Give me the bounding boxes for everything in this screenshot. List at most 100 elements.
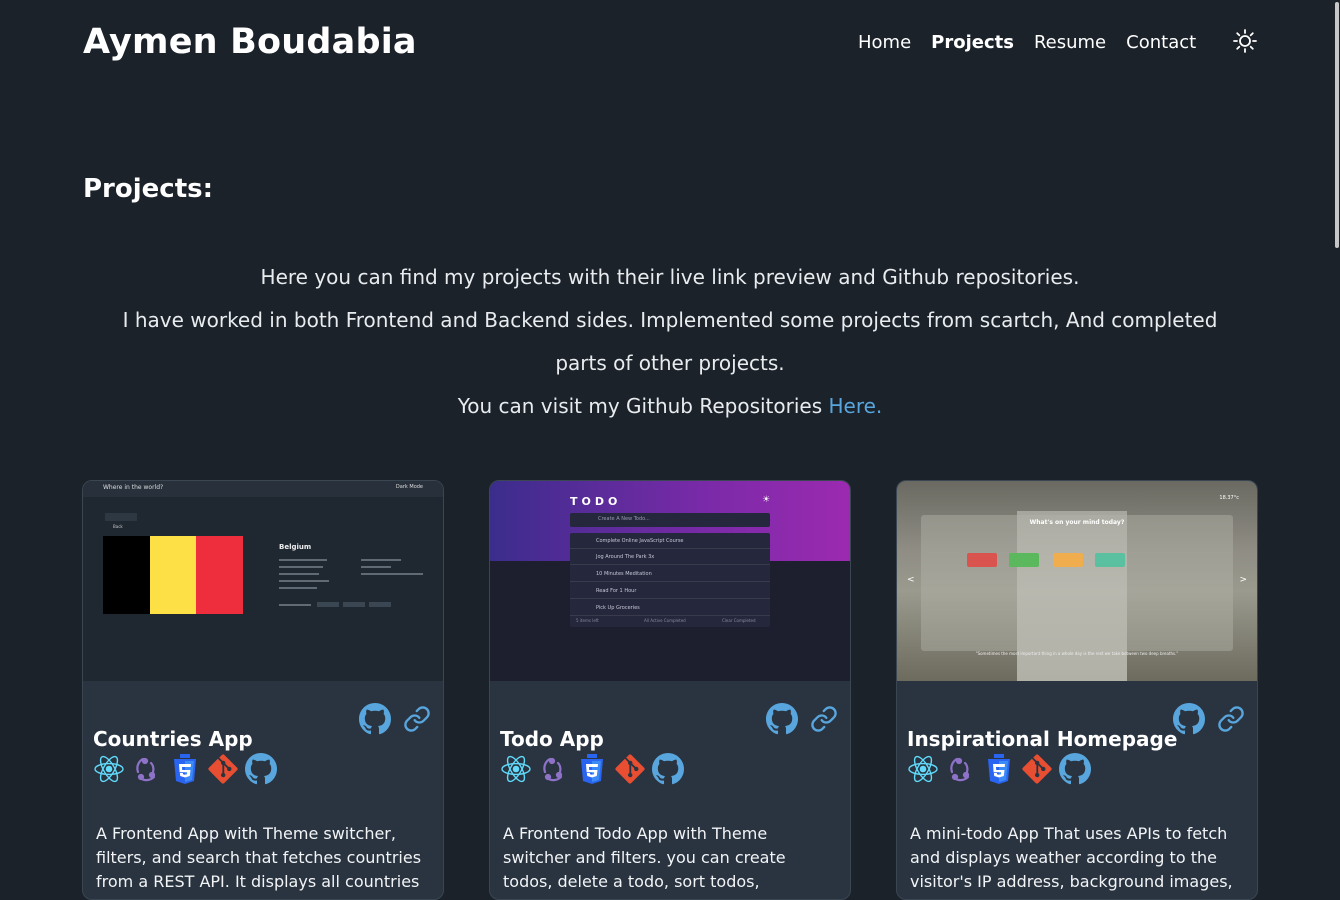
belgium-flag	[103, 536, 244, 614]
preview-todo-chip	[1053, 553, 1083, 567]
github-repo-icon[interactable]	[359, 703, 391, 739]
preview-divider	[570, 581, 770, 582]
git-icon	[614, 753, 646, 785]
preview-back-button: Back	[105, 513, 137, 529]
css3-icon	[169, 753, 201, 785]
preview-line	[361, 559, 401, 561]
live-link-icon[interactable]	[1217, 705, 1245, 737]
project-actions	[359, 703, 431, 739]
preview-country-name: Belgium	[279, 543, 312, 551]
preview-divider	[570, 564, 770, 565]
nav-contact[interactable]: Contact	[1126, 32, 1196, 53]
project-title: Todo App	[500, 726, 604, 751]
preview-line	[279, 587, 317, 589]
intro-line-3-text: You can visit my Github Repositories	[457, 394, 829, 418]
preview-header-text: Where in the world?	[103, 484, 164, 491]
redux-icon	[538, 753, 570, 785]
project-description: A Frontend App with Theme switcher, filt…	[96, 824, 422, 899]
preview-line	[279, 559, 327, 561]
preview-todo-item: Jog Around The Park 3x	[596, 554, 655, 560]
live-link-icon[interactable]	[403, 705, 431, 737]
preview-todo-list: Complete Online JavaScript Course Jog Ar…	[570, 533, 770, 627]
preview-todo-item: Complete Online JavaScript Course	[596, 538, 684, 544]
preview-input: Create A New Todo...	[570, 513, 770, 527]
preview-header: Where in the world? Dark Mode	[83, 481, 443, 497]
github-icon	[652, 753, 684, 785]
project-card-homepage: 18.37°c What's on your mind today? < > "…	[896, 480, 1258, 900]
preview-back-text: Back	[113, 524, 123, 529]
preview-weather: 18.37°c	[1219, 495, 1239, 501]
git-icon	[207, 753, 239, 785]
github-repo-icon[interactable]	[766, 703, 798, 739]
project-description: A Frontend Todo App with Theme switcher …	[503, 824, 786, 899]
tech-stack	[907, 753, 1091, 785]
project-title: Countries App	[93, 726, 253, 751]
react-icon	[93, 753, 125, 785]
preview-chip	[369, 602, 391, 607]
preview-sun-icon: ☀	[762, 495, 771, 505]
preview-panel	[921, 515, 1233, 651]
preview-mode-text: Dark Mode	[395, 484, 423, 490]
preview-quote: "Sometimes the most important thing in a…	[975, 651, 1179, 656]
preview-question: What's on your mind today?	[1029, 519, 1125, 526]
tech-stack	[93, 753, 277, 785]
live-link-icon[interactable]	[810, 705, 838, 737]
css3-icon	[576, 753, 608, 785]
brand-name[interactable]: Aymen Boudabia	[83, 22, 417, 62]
page-title: Projects:	[83, 174, 213, 205]
preview-todo-item: Read For 1 Hour	[596, 588, 637, 594]
preview-todo-chip	[1009, 553, 1039, 567]
nav-projects[interactable]: Projects	[931, 32, 1014, 53]
preview-filters: All Active Completed	[644, 618, 686, 623]
redux-icon	[945, 753, 977, 785]
project-preview-image[interactable]: 18.37°c What's on your mind today? < > "…	[897, 481, 1257, 681]
preview-todo-chip	[967, 553, 997, 567]
preview-clear: Clear Completed	[722, 618, 756, 623]
project-preview-image[interactable]: TODO ☀ Create A New Todo... Complete Onl…	[490, 481, 850, 681]
preview-todo-item: 10 Minutes Meditation	[596, 571, 652, 577]
preview-chip	[343, 602, 365, 607]
sun-icon[interactable]	[1232, 28, 1258, 54]
preview-line	[361, 573, 423, 575]
site-header: Aymen Boudabia Home Projects Resume Cont…	[0, 0, 1340, 90]
preview-line	[279, 566, 323, 568]
project-preview-image[interactable]: Where in the world? Dark Mode Back Belgi…	[83, 481, 443, 681]
nav-resume[interactable]: Resume	[1034, 32, 1106, 53]
git-icon	[1021, 753, 1053, 785]
preview-divider	[570, 598, 770, 599]
github-icon	[1059, 753, 1091, 785]
css3-icon	[983, 753, 1015, 785]
preview-line	[279, 580, 329, 582]
preview-items-left: 5 items left	[576, 618, 599, 623]
preview-divider	[570, 548, 770, 549]
project-actions	[766, 703, 838, 739]
project-card-todo: TODO ☀ Create A New Todo... Complete Onl…	[489, 480, 851, 900]
nav-home[interactable]: Home	[858, 32, 911, 53]
preview-todo-item: Pick Up Groceries	[596, 605, 640, 611]
preview-logo: TODO	[570, 495, 622, 508]
preview-input-placeholder: Create A New Todo...	[598, 516, 650, 522]
github-repo-icon[interactable]	[1173, 703, 1205, 739]
preview-line	[279, 604, 311, 606]
main-nav: Home Projects Resume Contact	[858, 32, 1216, 53]
intro-text: Here you can find my projects with their…	[100, 256, 1240, 428]
preview-todo-chip	[1095, 553, 1125, 567]
preview-prev-arrow: <	[907, 575, 915, 585]
preview-line	[361, 566, 391, 568]
project-actions	[1173, 703, 1245, 739]
project-card-countries: Where in the world? Dark Mode Back Belgi…	[82, 480, 444, 900]
project-description: A mini-todo App That uses APIs to fetch …	[910, 824, 1233, 899]
intro-line-1: Here you can find my projects with their…	[260, 265, 1080, 289]
tech-stack	[500, 753, 684, 785]
preview-divider	[570, 615, 770, 616]
redux-icon	[131, 753, 163, 785]
preview-next-arrow: >	[1239, 575, 1247, 585]
intro-line-3: You can visit my Github Repositories Her…	[100, 385, 1240, 428]
intro-line-2: I have worked in both Frontend and Backe…	[122, 308, 1218, 375]
react-icon	[500, 753, 532, 785]
react-icon	[907, 753, 939, 785]
preview-chip	[317, 602, 339, 607]
github-repos-link[interactable]: Here.	[829, 394, 883, 418]
github-icon	[245, 753, 277, 785]
project-title: Inspirational Homepage	[907, 726, 1178, 751]
